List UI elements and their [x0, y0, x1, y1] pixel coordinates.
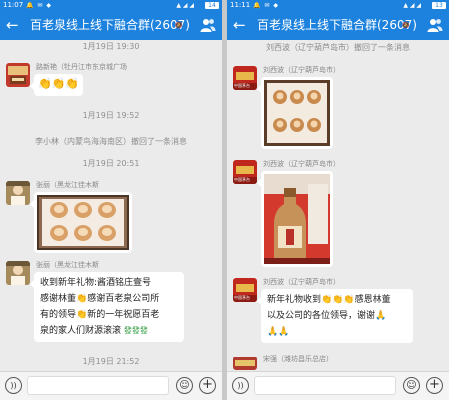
image-message[interactable] — [257, 171, 333, 267]
avatar-label: 中国茅台 — [234, 83, 250, 88]
sender-name: 路新艳（牡丹江市东京城广场 — [36, 63, 127, 71]
signal-icon: ▲ ◢ ◢ — [403, 2, 421, 9]
input-bar: )) ☺ + — [227, 371, 449, 400]
sender-name: 刘西波（辽宁葫芦岛市） — [263, 278, 340, 286]
status-time: 11:07 — [3, 1, 24, 9]
plus-icon[interactable]: + — [426, 377, 443, 394]
avatar[interactable] — [233, 356, 257, 370]
avatar[interactable]: 中国茅台 — [233, 66, 257, 90]
signal-icon: ▲ ◢ ◢ — [176, 2, 194, 9]
clapping-hands-emoji: 👏👏👏 — [38, 77, 80, 90]
message-line: 🙏🙏 — [267, 324, 407, 340]
chat-screen-left: 11:07 🔔 ✉ ◆ ▲ ◢ ◢ 14 ← 百老泉线上线下融合群(2607) … — [0, 0, 222, 400]
image-message[interactable] — [257, 77, 333, 149]
praying-hands-emoji: 🙏🙏 — [267, 327, 290, 337]
message-input[interactable] — [254, 376, 396, 395]
back-arrow-icon[interactable]: ← — [6, 17, 19, 33]
praying-hands-emoji: 🙏 — [375, 311, 387, 321]
message-bubble[interactable]: 收到新年礼物:酱酒铭庄壹号 感谢林董👏感谢百老泉公司所 有的领导👏新的一年祝愿百… — [30, 272, 184, 342]
back-arrow-icon[interactable]: ← — [233, 17, 246, 33]
sender-name: 张丽（黑龙江佳木斯 — [36, 181, 99, 189]
clapping-hands-emoji: 👏👏👏 — [321, 295, 355, 305]
avatar[interactable] — [6, 63, 30, 87]
bell-off-icon: 🔕 — [175, 22, 183, 29]
chat-header: ← 百老泉线上线下融合群(2607) 🔕 — [0, 11, 222, 40]
sender-name: 刘西波（辽宁葫芦岛市） — [263, 66, 340, 74]
group-members-icon[interactable] — [427, 17, 443, 33]
gift-box-photo — [264, 80, 330, 146]
group-members-icon[interactable] — [200, 17, 216, 33]
image-message[interactable] — [30, 192, 132, 253]
message-line: 以及公司的各位领导，谢谢🙏 — [267, 311, 387, 321]
chat-screen-right: 11:11 🔔 ✉ ◆ ▲ ◢ ◢ 13 ← 百老泉线上线下融合群(2607) … — [227, 0, 449, 400]
input-bar: )) ☺ + — [0, 371, 222, 400]
message-line: 新年礼物收到👏👏👏感恩林董 — [267, 295, 391, 305]
avatar[interactable] — [6, 261, 30, 285]
status-time: 11:11 — [230, 1, 251, 9]
recall-notice: 李小林（内蒙鸟海海南区）撤回了一条消息 — [35, 137, 187, 146]
avatar[interactable] — [6, 181, 30, 205]
status-bar: 11:11 🔔 ✉ ◆ ▲ ◢ ◢ 13 — [227, 0, 449, 11]
message-line: 收到新年礼物:酱酒铭庄壹号 — [40, 278, 152, 288]
message-bubble[interactable]: 👏👏👏 — [29, 74, 84, 96]
message-line: 感谢林董👏感谢百老泉公司所 — [40, 294, 160, 304]
timestamp: 1月19日 20:51 — [82, 159, 140, 168]
avatar-label: 中国茅台 — [234, 177, 250, 182]
clapping-hands-emoji: 👏 — [76, 310, 88, 320]
timestamp: 1月19日 21:52 — [82, 357, 140, 366]
sender-name: 刘西波（辽宁葫芦岛市） — [263, 160, 340, 168]
emoji-icon[interactable]: ☺ — [403, 377, 420, 394]
notification-icons: 🔔 ✉ ◆ — [253, 2, 279, 9]
avatar-label: 中国茅台 — [234, 295, 250, 300]
chat-header: ← 百老泉线上线下融合群(2607) 🔕 — [227, 11, 449, 40]
bell-off-icon: 🔕 — [402, 22, 410, 29]
fortune-emoji: 發發發 — [123, 326, 148, 335]
gift-box-photo — [37, 195, 129, 250]
avatar[interactable]: 中国茅台 — [233, 278, 257, 302]
avatar[interactable]: 中国茅台 — [233, 160, 257, 184]
notification-icons: 🔔 ✉ ◆ — [26, 2, 52, 9]
group-title: 百老泉线上线下融合群(2607) — [30, 18, 190, 32]
message-line: 泉的家人们财源滚滚 發發發 — [40, 326, 148, 336]
battery-icon: 13 — [432, 2, 446, 9]
timestamp: 1月19日 19:52 — [82, 111, 140, 120]
message-input[interactable] — [27, 376, 169, 395]
emoji-icon[interactable]: ☺ — [176, 377, 193, 394]
timestamp: 1月19日 19:30 — [82, 42, 140, 51]
message-bubble[interactable]: 新年礼物收到👏👏👏感恩林董 以及公司的各位领导，谢谢🙏 🙏🙏 — [257, 289, 413, 343]
clapping-hands-emoji: 👏 — [76, 294, 88, 304]
sender-name: 张丽（黑龙江佳木斯 — [36, 261, 99, 269]
liquor-bottle-photo — [264, 174, 330, 264]
voice-icon[interactable]: )) — [5, 377, 22, 394]
sender-name: 宋强（潍坊昌乐总店） — [263, 355, 333, 363]
plus-icon[interactable]: + — [199, 377, 216, 394]
voice-icon[interactable]: )) — [232, 377, 249, 394]
recall-notice: 刘西波（辽宁葫芦岛市）撤回了一条消息 — [266, 43, 410, 52]
status-bar: 11:07 🔔 ✉ ◆ ▲ ◢ ◢ 14 — [0, 0, 222, 11]
group-title: 百老泉线上线下融合群(2607) — [257, 18, 417, 32]
battery-icon: 14 — [205, 2, 219, 9]
message-line: 有的领导👏新的一年祝愿百老 — [40, 310, 160, 320]
